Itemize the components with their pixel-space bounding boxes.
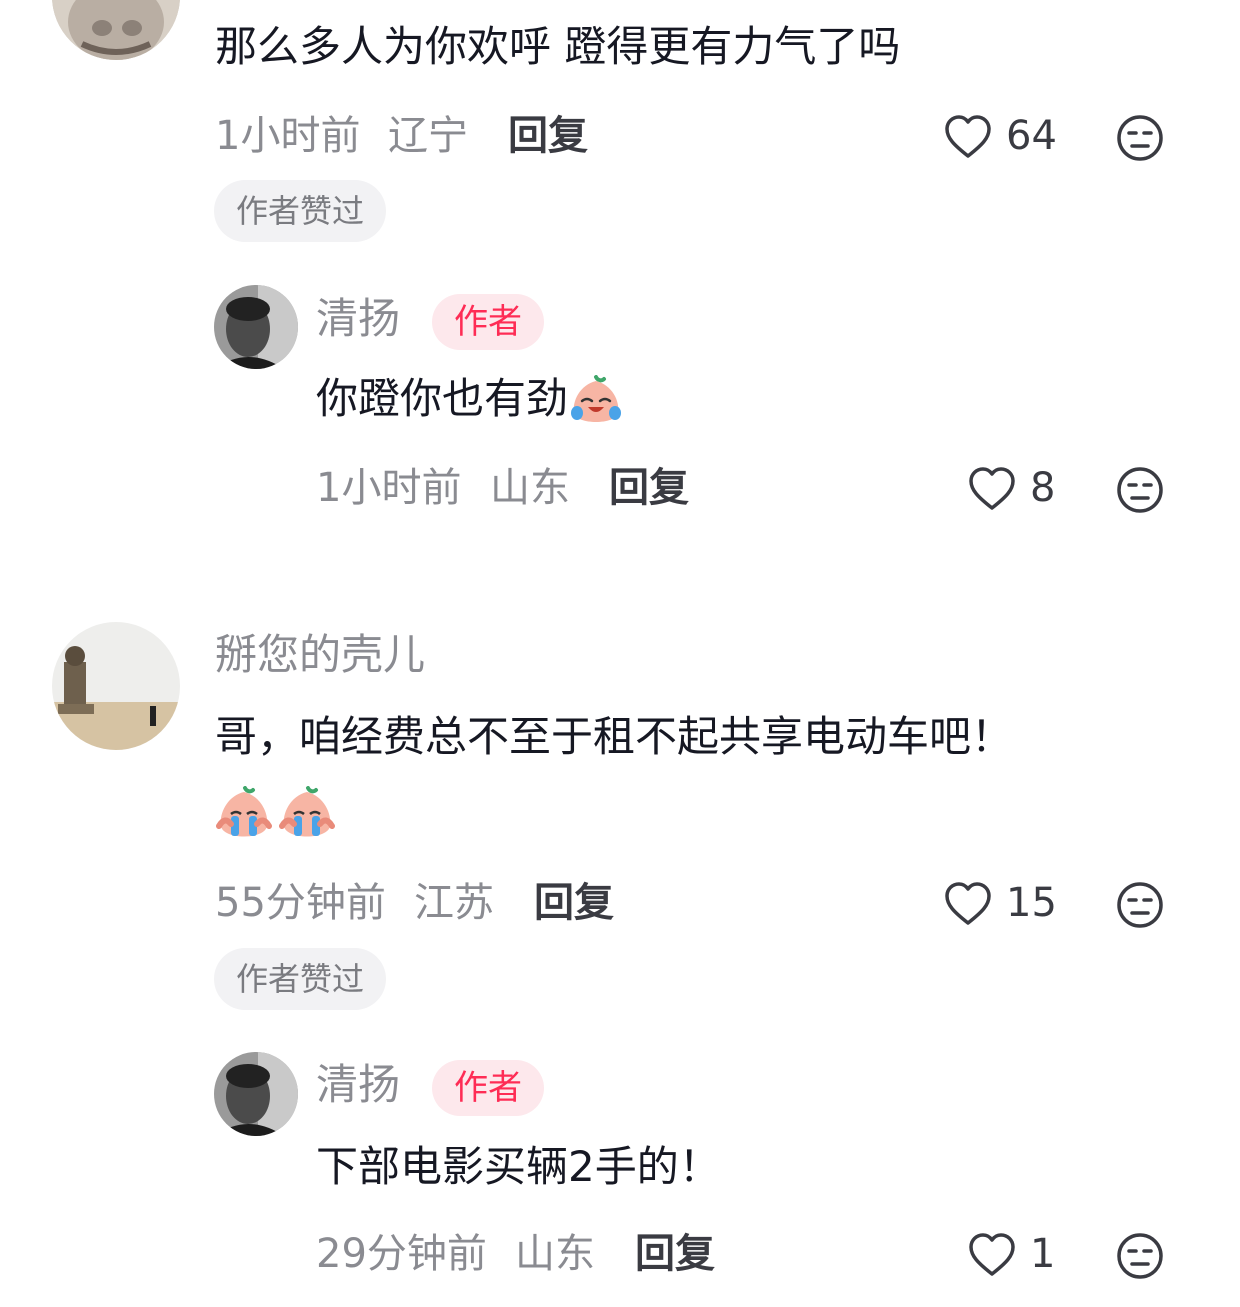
reply-button[interactable]: 回复 — [534, 879, 614, 927]
dislike-face-icon[interactable] — [1116, 466, 1164, 514]
heart-icon[interactable] — [944, 881, 992, 927]
reply-text-content: 你蹬你也有劲 — [316, 374, 569, 423]
reply-button[interactable]: 回复 — [508, 112, 588, 160]
statue-landscape-avatar-icon — [52, 622, 180, 750]
commenter-avatar[interactable] — [52, 622, 180, 750]
reply-text: 你蹬你也有劲 — [316, 374, 624, 429]
reply-author-name[interactable]: 清扬 — [316, 1060, 400, 1110]
heart-icon[interactable] — [944, 114, 992, 160]
reply-time: 29分钟前 — [316, 1231, 487, 1277]
reply-avatar[interactable] — [214, 1052, 298, 1136]
heart-icon[interactable] — [968, 1232, 1016, 1278]
dislike-face-icon[interactable] — [1116, 881, 1164, 929]
reply-time: 1小时前 — [316, 465, 462, 511]
author-liked-tag: 作者赞过 — [214, 948, 387, 1010]
reply-location: 山东 — [515, 1231, 595, 1277]
commenter-avatar[interactable] — [52, 0, 180, 60]
reply-author-name[interactable]: 清扬 — [316, 294, 400, 344]
laugh-cry-emoji-icon — [568, 374, 624, 429]
author-badge: 作者 — [432, 294, 544, 350]
dislike-face-icon[interactable] — [1116, 1232, 1164, 1280]
reply-button[interactable]: 回复 — [635, 1230, 715, 1278]
comment-time: 1小时前 — [215, 113, 361, 159]
comment-text: 那么多人为你欢呼 蹬得更有力气了吗 — [215, 22, 901, 71]
heart-icon[interactable] — [968, 466, 1016, 512]
comment-text: 哥，咱经费总不至于租不起共享电动车吧！ — [215, 712, 1014, 761]
man-portrait-avatar-icon — [214, 285, 298, 369]
comment-location: 江苏 — [414, 880, 494, 926]
comment-location: 辽宁 — [388, 113, 468, 159]
reply-button[interactable]: 回复 — [609, 464, 689, 512]
like-count: 64 — [1006, 113, 1057, 159]
like-count: 1 — [1030, 1231, 1056, 1277]
author-badge: 作者 — [432, 1060, 544, 1116]
dislike-face-icon[interactable] — [1116, 114, 1164, 162]
reply-text: 下部电影买辆2手的！ — [316, 1142, 721, 1191]
like-count: 15 — [1006, 880, 1057, 926]
man-portrait-avatar-icon — [214, 1052, 298, 1136]
crying-emoji-icon — [278, 786, 336, 844]
reply-location: 山东 — [490, 465, 570, 511]
comment-time: 55分钟前 — [215, 880, 386, 926]
author-liked-tag: 作者赞过 — [214, 180, 387, 242]
commenter-name[interactable]: 掰您的壳儿 — [215, 630, 425, 680]
comment-emoji-row — [215, 786, 336, 846]
reply-avatar[interactable] — [214, 285, 298, 369]
crying-emoji-icon — [215, 786, 273, 844]
cat-avatar-icon — [52, 0, 180, 60]
like-count: 8 — [1030, 465, 1056, 511]
